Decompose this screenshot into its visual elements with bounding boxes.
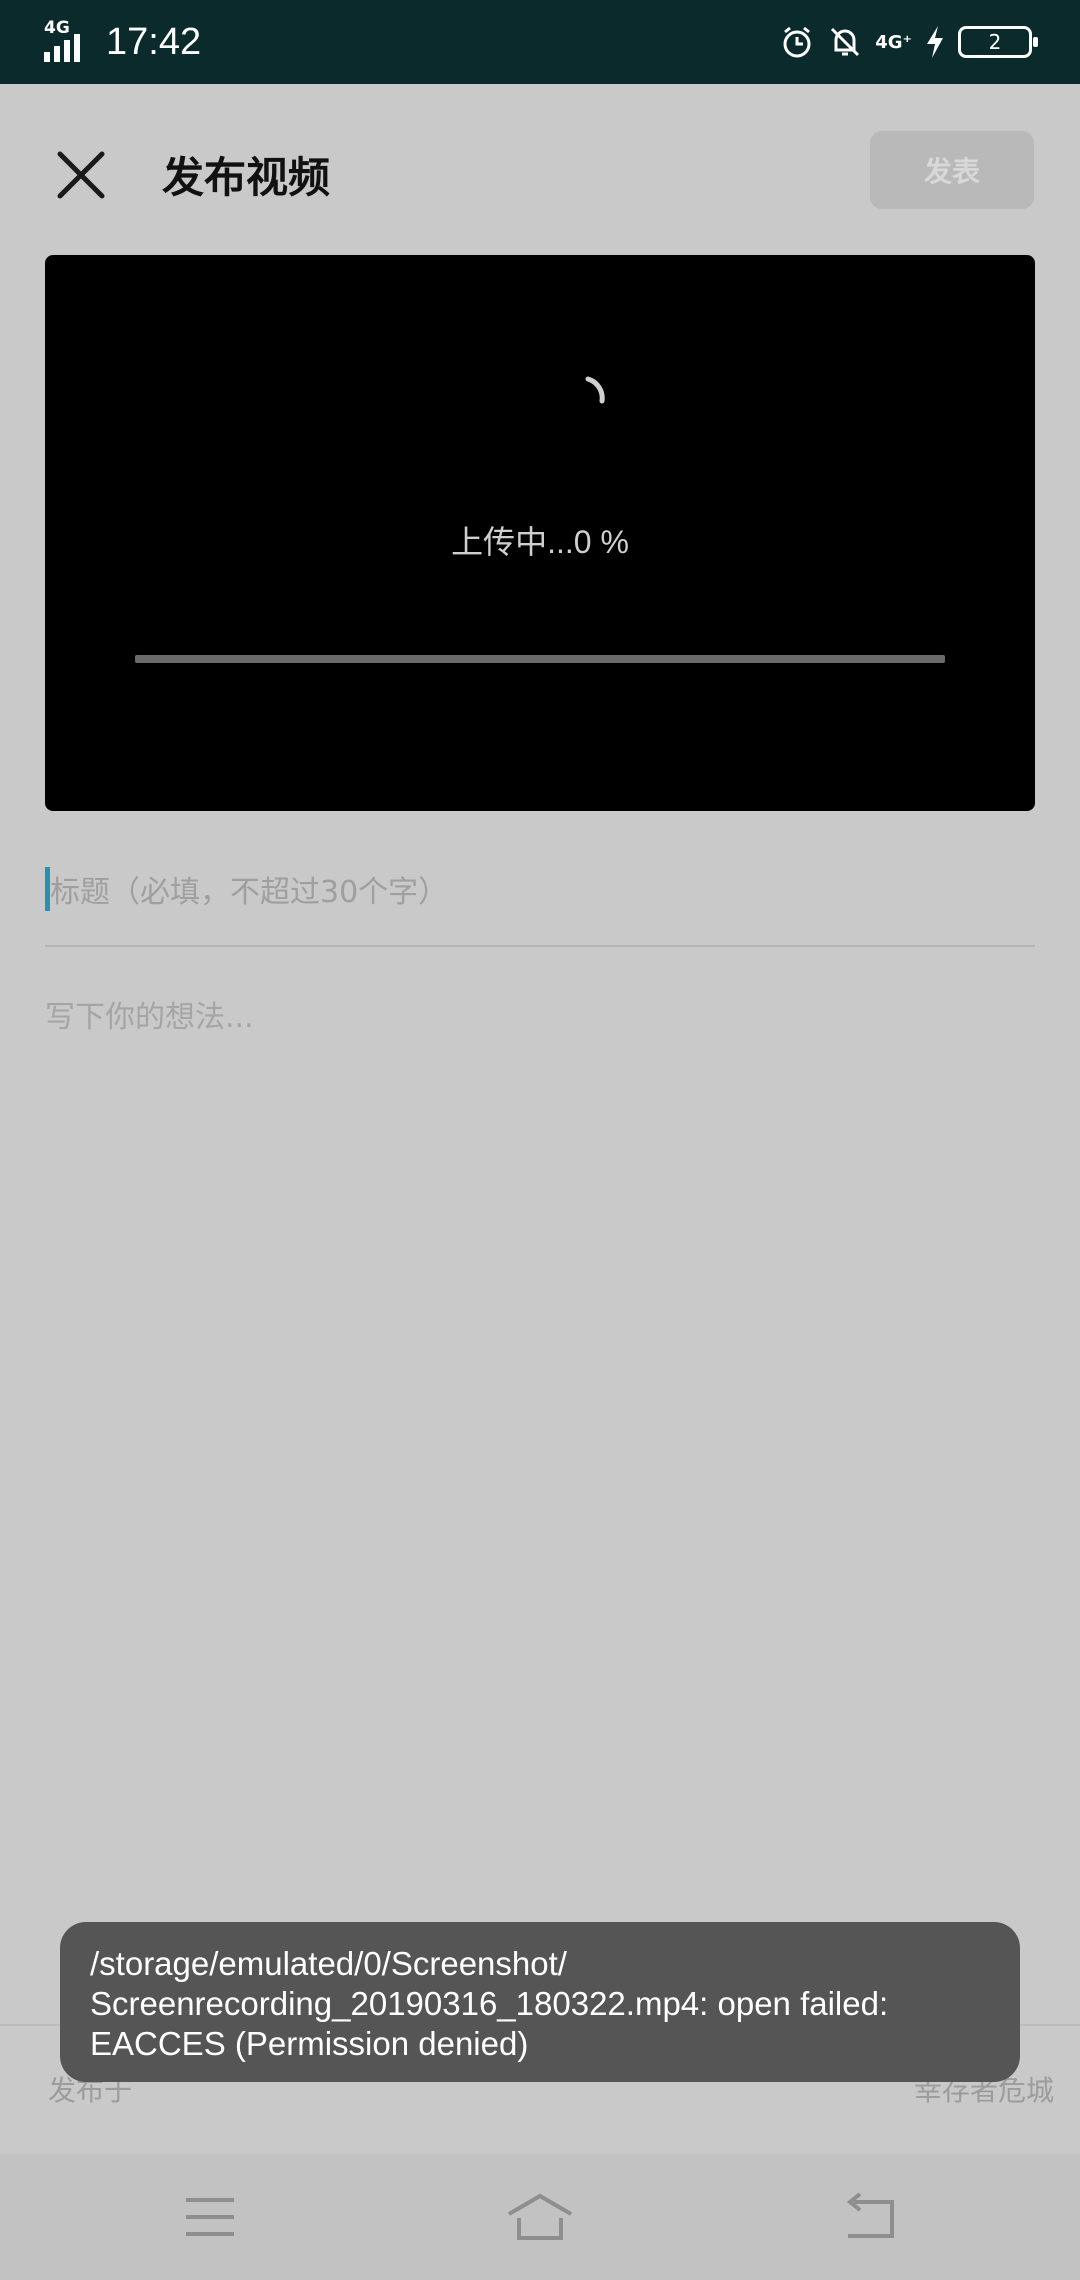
- menu-button[interactable]: [175, 2184, 245, 2250]
- publish-button[interactable]: 发表: [870, 131, 1034, 209]
- back-icon: [846, 2192, 894, 2238]
- title-input[interactable]: 标题（必填，不超过30个字）: [45, 854, 1035, 924]
- upload-status-text: 上传中...0 %: [451, 524, 629, 560]
- status-bar: 4G 17:42 4G⁺ 2: [0, 0, 1080, 84]
- close-icon: [57, 151, 105, 199]
- signal-icon: 4G: [44, 18, 90, 64]
- bell-off-icon: [831, 27, 860, 57]
- publish-video-sheet: 发布视频 发表 上传中...0 % 标题（必填，不超过30个字） 写下你的想法.…: [0, 84, 1080, 2154]
- page-title: 发布视频: [162, 154, 331, 201]
- alarm-icon: [783, 26, 811, 58]
- menu-icon: [186, 2198, 234, 2236]
- close-button[interactable]: [52, 146, 110, 204]
- network-type-label: 4G: [44, 18, 70, 38]
- toast-line-3: EACCES (Permission denied): [90, 2025, 529, 2062]
- video-preview: 上传中...0 %: [45, 255, 1035, 811]
- toast-line-1: /storage/emulated/0/Screenshot/: [90, 1945, 567, 1982]
- network-4g-icon: 4G⁺: [875, 31, 912, 53]
- back-button[interactable]: [835, 2184, 905, 2250]
- error-toast: /storage/emulated/0/Screenshot/ Screenre…: [60, 1922, 1020, 2082]
- loading-spinner-icon: [585, 376, 605, 404]
- title-placeholder: 标题（必填，不超过30个字）: [50, 875, 449, 910]
- home-button[interactable]: [505, 2184, 575, 2250]
- clock-time: 17:42: [106, 20, 202, 63]
- upload-progress-bar: [135, 655, 945, 663]
- status-left: 4G 17:42: [44, 16, 201, 68]
- battery-icon: 2: [958, 26, 1038, 58]
- charging-icon: [927, 26, 943, 58]
- status-right: 4G⁺ 2: [779, 18, 1038, 66]
- navigation-bar: [0, 2154, 1080, 2280]
- toast-line-2: Screenrecording_20190316_180322.mp4: ope…: [90, 1985, 889, 2022]
- home-icon: [507, 2193, 573, 2240]
- thoughts-input[interactable]: 写下你的想法...: [45, 984, 1035, 1044]
- battery-level: 2: [988, 30, 1002, 54]
- divider: [45, 945, 1035, 947]
